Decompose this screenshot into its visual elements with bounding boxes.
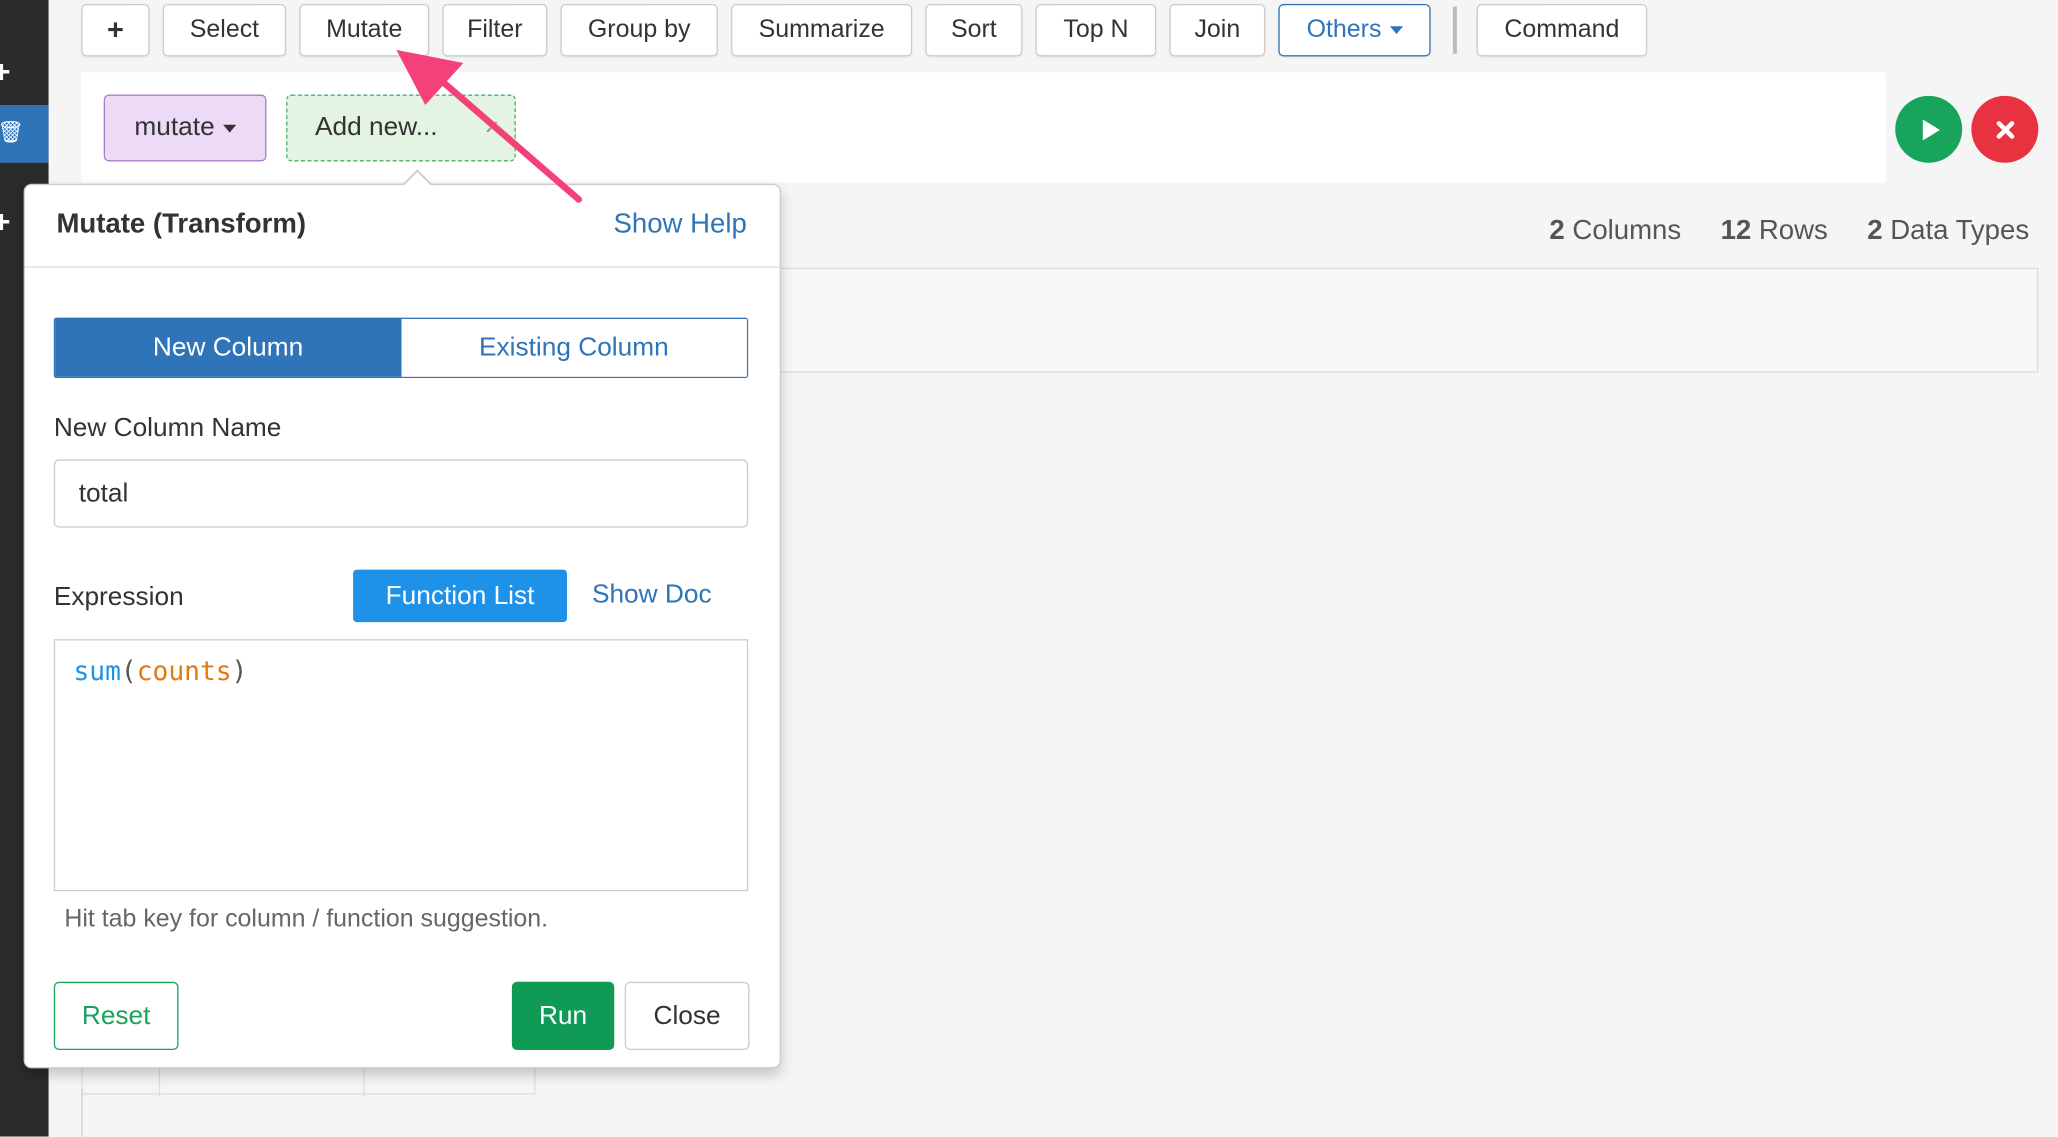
show-doc-link[interactable]: Show Doc <box>592 580 712 610</box>
column-mode-toggle: New Column Existing Column <box>53 317 749 378</box>
expression-close-paren: ) <box>231 654 248 687</box>
tab-existing-column[interactable]: Existing Column <box>400 318 747 377</box>
caret-down-icon <box>1389 26 1403 35</box>
expression-function: sum <box>73 654 121 687</box>
data-grid-body <box>780 371 2039 1137</box>
data-types-stat: 2 Data Types <box>1867 215 2030 246</box>
popover-divider <box>24 266 780 268</box>
function-list-button[interactable]: Function List <box>353 569 567 623</box>
others-dropdown[interactable]: Others <box>1278 3 1431 57</box>
data-stats: 2 Columns 12 Rows 2 Data Types <box>1549 215 2029 247</box>
command-toolbar: + Select Mutate Filter Group by Summariz… <box>0 0 2058 66</box>
suggestion-hint: Hit tab key for column / function sugges… <box>64 905 549 934</box>
plus-icon: + <box>107 13 124 46</box>
add-new-step-tag[interactable]: Add new... × <box>286 94 516 162</box>
popover-arrow-inner <box>402 171 432 187</box>
expression-editor[interactable]: sum(counts) <box>53 639 749 892</box>
run-button[interactable]: Run <box>511 981 615 1050</box>
background-divider <box>81 1089 83 1137</box>
rows-stat: 12 Rows <box>1720 215 1828 246</box>
mutate-popover: Mutate (Transform) Show Help New Column … <box>23 169 781 1069</box>
new-column-name-label: New Column Name <box>53 413 282 443</box>
close-icon[interactable]: × <box>485 114 499 142</box>
join-button[interactable]: Join <box>1169 3 1266 57</box>
others-label: Others <box>1306 15 1382 44</box>
columns-stat: 2 Columns <box>1549 215 1682 246</box>
close-button[interactable]: Close <box>624 981 750 1050</box>
summarize-button[interactable]: Summarize <box>731 3 913 57</box>
filter-button[interactable]: Filter <box>442 3 548 57</box>
data-grid-header <box>780 267 2039 373</box>
toolbar-divider <box>1452 6 1457 54</box>
mutate-step-tag[interactable]: mutate <box>103 94 267 162</box>
run-pipeline-button[interactable] <box>1895 95 1963 163</box>
select-button[interactable]: Select <box>162 3 287 57</box>
new-column-name-input[interactable] <box>53 459 749 528</box>
popover-title: Mutate (Transform) <box>56 208 307 239</box>
group-by-button[interactable]: Group by <box>560 3 718 57</box>
show-help-link[interactable]: Show Help <box>614 209 747 241</box>
reset-button[interactable]: Reset <box>53 981 179 1050</box>
tab-new-column[interactable]: New Column <box>55 318 401 377</box>
play-icon <box>1922 118 1940 140</box>
expression-argument: counts <box>136 654 232 687</box>
caret-down-icon <box>222 124 236 132</box>
expression-open-paren: ( <box>120 654 137 687</box>
rail-active-item[interactable]: 🗑 <box>0 105 49 163</box>
close-icon <box>1995 120 2014 139</box>
plus-icon[interactable]: + <box>0 205 11 242</box>
trash-icon: 🗑 <box>0 122 25 145</box>
command-button[interactable]: Command <box>1476 3 1648 57</box>
mutate-step-label: mutate <box>134 112 215 142</box>
sort-button[interactable]: Sort <box>925 3 1023 57</box>
pipeline-bar: mutate Add new... × <box>81 72 1887 183</box>
cancel-pipeline-button[interactable] <box>1971 95 2039 163</box>
add-step-button[interactable]: + <box>81 3 150 57</box>
top-n-button[interactable]: Top N <box>1035 3 1157 57</box>
mutate-button[interactable]: Mutate <box>299 3 430 57</box>
expression-label: Expression <box>53 582 184 612</box>
add-new-label: Add new... <box>315 112 438 142</box>
